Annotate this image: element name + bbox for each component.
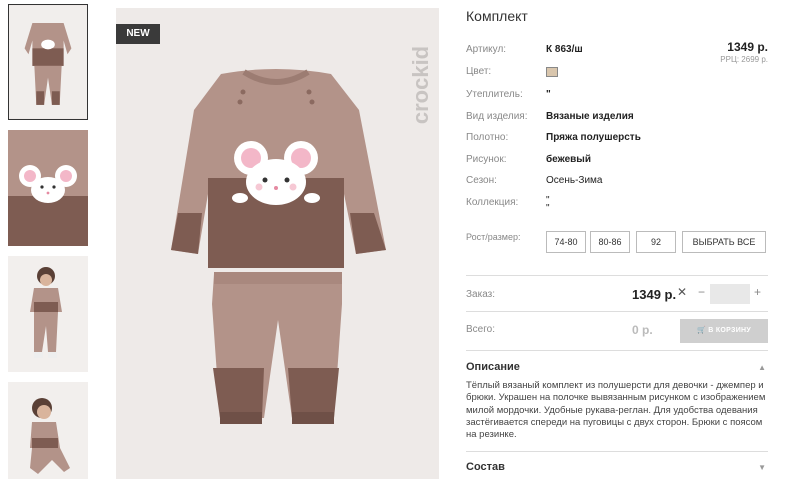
attribute-label: Артикул:: [466, 44, 507, 55]
thumbnail-3[interactable]: [8, 256, 88, 372]
divider: [466, 451, 768, 452]
add-to-cart-label: В КОРЗИНУ: [708, 327, 752, 334]
attribute-value: Пряжа полушерсть: [546, 132, 641, 143]
thumbnail-set-image: [9, 5, 87, 119]
knit-set-illustration: [116, 8, 439, 479]
composition-heading[interactable]: Состав: [466, 461, 505, 473]
new-badge: NEW: [116, 24, 160, 44]
thumbnail-model-image: [8, 256, 88, 372]
divider: [466, 350, 768, 351]
brand-logo: crockid: [408, 20, 433, 150]
total-label: Всего:: [466, 324, 495, 335]
attribute-label: Цвет:: [466, 66, 492, 77]
brand-logo-text: crockid: [408, 45, 433, 125]
description-text: Тёплый вязаный комплект из полушерсти дл…: [466, 380, 766, 441]
thumbnail-1[interactable]: [8, 4, 88, 120]
product-title: Комплект: [466, 8, 528, 24]
size-label: Рост/размер:: [466, 232, 521, 242]
cart-icon: 🛒: [696, 327, 709, 334]
add-to-cart-button[interactable]: 🛒 В КОРЗИНУ: [680, 319, 768, 343]
thumbnail-4[interactable]: [8, 382, 88, 479]
attribute-label: Вид изделия:: [466, 111, 528, 122]
size-button-80-86[interactable]: 80-86: [590, 231, 630, 253]
order-price: 1349 р.: [632, 287, 677, 302]
attribute-value: бежевый: [546, 154, 591, 165]
chevron-down-icon[interactable]: ▼: [758, 463, 766, 472]
attribute-label: Утеплитель:: [466, 89, 523, 100]
total-value: 0 р.: [632, 323, 653, 337]
decrement-button[interactable]: −: [698, 285, 705, 299]
attribute-value: " ": [546, 195, 550, 214]
select-all-sizes-button[interactable]: ВЫБРАТЬ ВСЕ: [682, 231, 766, 253]
color-swatch[interactable]: [546, 67, 558, 77]
quantity-input[interactable]: [710, 284, 750, 304]
attribute-value: Осень-Зима: [546, 175, 603, 186]
main-product-image[interactable]: NEW crockid: [116, 8, 439, 479]
thumbnail-model-sitting-image: [8, 382, 88, 479]
attribute-label: Коллекция:: [466, 197, 519, 208]
divider: [466, 311, 768, 312]
order-label: Заказ:: [466, 289, 496, 300]
size-button-74-80[interactable]: 74-80: [546, 231, 586, 253]
description-heading[interactable]: Описание: [466, 361, 520, 373]
thumbnail-2[interactable]: [8, 130, 88, 246]
attribute-value: ": [546, 89, 551, 100]
recommended-retail-price: РРЦ: 2699 р.: [720, 55, 768, 64]
attribute-value: К 863/ш: [546, 44, 583, 55]
size-button-92[interactable]: 92: [636, 231, 676, 253]
divider: [466, 275, 768, 276]
chevron-up-icon[interactable]: ▲: [758, 363, 766, 372]
attribute-value: Вязаные изделия: [546, 111, 634, 122]
thumbnail-detail-image: [8, 130, 88, 246]
product-price: 1349 р.: [727, 40, 768, 54]
attribute-label: Сезон:: [466, 175, 497, 186]
increment-button[interactable]: +: [754, 285, 761, 299]
attribute-label: Рисунок:: [466, 154, 507, 165]
multiply-icon: ✕: [677, 285, 688, 299]
attribute-label: Полотно:: [466, 132, 509, 143]
